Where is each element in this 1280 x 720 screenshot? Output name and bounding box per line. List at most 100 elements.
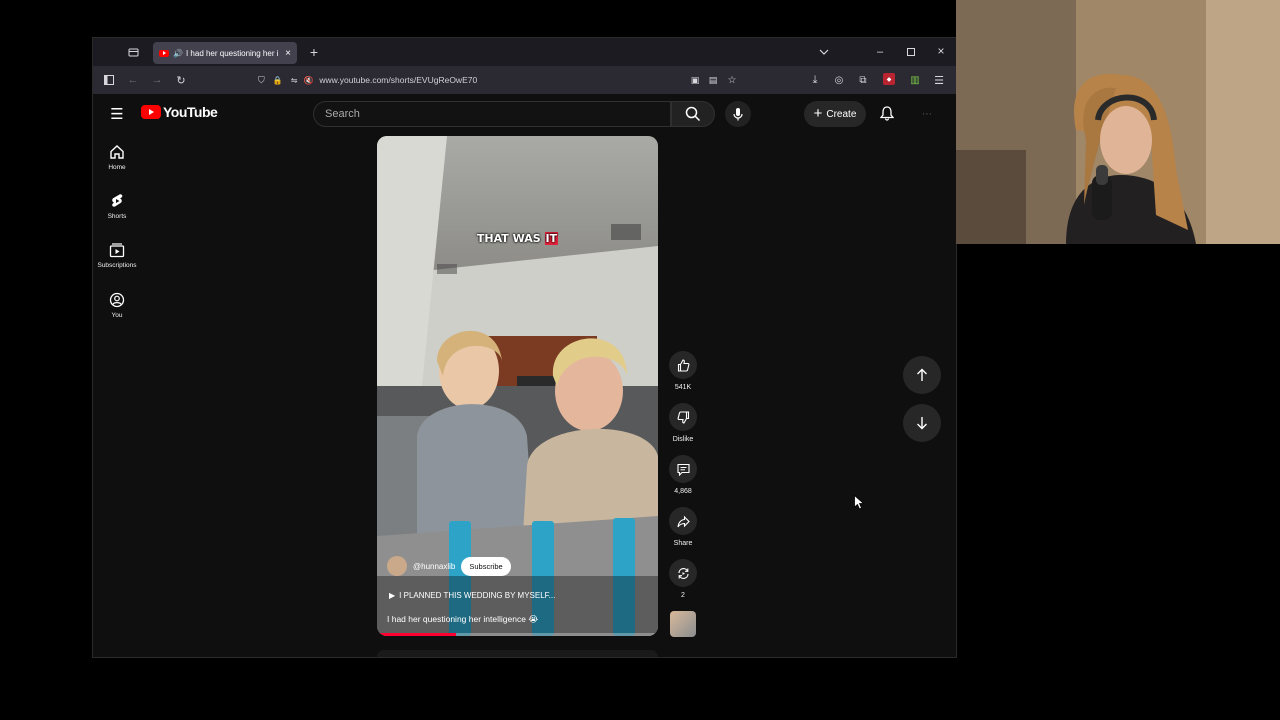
mute-icon[interactable]: 🔇 <box>303 76 313 85</box>
subscribe-button[interactable]: Subscribe <box>461 556 511 576</box>
video-caption: THAT WAS IT <box>377 232 658 245</box>
mouse-cursor-icon <box>854 495 864 510</box>
arrow-up-icon <box>917 368 927 381</box>
share-icon <box>676 515 690 527</box>
sidebar-item-you[interactable]: You <box>99 292 135 319</box>
sidebar-label-home: Home <box>108 164 126 171</box>
home-icon <box>110 145 124 159</box>
share-label: Share <box>673 540 693 547</box>
tab-overview-icon[interactable] <box>127 46 139 58</box>
next-video-peek <box>377 650 658 657</box>
tab-title: I had her questioning her i <box>185 48 279 58</box>
plus-icon: + <box>813 105 823 122</box>
lock-icon[interactable]: 🔒 <box>273 76 283 85</box>
thumbs-down-icon <box>677 410 689 424</box>
create-button[interactable]: + Create <box>804 101 866 127</box>
youtube-play-icon <box>141 105 161 119</box>
avatar-loading-icon[interactable]: ⋯ <box>917 106 937 122</box>
comment-count: 4,868 <box>674 488 692 495</box>
tab-bar: 🔊 I had her questioning her i × + – × <box>93 38 956 66</box>
playlist-row[interactable]: ▶ I PLANNED THIS WEDDING BY MYSELF... <box>389 591 555 600</box>
sidebar-toggle-icon[interactable] <box>103 74 115 86</box>
sound-thumbnail-image <box>670 611 696 637</box>
reader-view-icon[interactable]: ▤ <box>707 74 719 86</box>
close-tab-icon[interactable]: × <box>285 48 291 59</box>
next-short-button[interactable] <box>903 404 941 442</box>
permissions-icon[interactable]: ⇋ <box>291 76 298 85</box>
subscriptions-icon <box>109 243 125 258</box>
account-icon[interactable]: ◎ <box>833 73 845 87</box>
notifications-bell-icon[interactable] <box>879 105 895 121</box>
caption-highlight: IT <box>544 232 559 245</box>
search-placeholder: Search <box>325 108 360 120</box>
search-icon <box>685 106 701 122</box>
browser-window: 🔊 I had her questioning her i × + – × ← … <box>92 37 957 658</box>
you-icon <box>109 292 125 308</box>
tab-active[interactable]: 🔊 I had her questioning her i × <box>153 42 297 64</box>
back-icon[interactable]: ← <box>127 73 139 87</box>
navigation-bar: ← → ↻ ⛉ 🔒 ⇋ 🔇 www.youtube.com/shorts/EVU… <box>93 66 956 94</box>
dislike-label: Dislike <box>672 436 694 443</box>
comments-action[interactable]: 4,868 <box>668 455 698 495</box>
remix-count: 2 <box>681 592 685 599</box>
remix-action[interactable]: 2 <box>668 559 698 599</box>
search-input[interactable]: Search <box>313 101 671 127</box>
like-action[interactable]: 541K <box>668 351 698 391</box>
dislike-action[interactable]: Dislike <box>668 403 698 443</box>
tab-list-chevron-icon[interactable] <box>818 46 830 58</box>
channel-handle[interactable]: @hunnaxlib <box>413 562 455 571</box>
forward-icon[interactable]: → <box>151 73 163 87</box>
like-count: 541K <box>674 384 692 391</box>
remix-icon <box>677 567 689 579</box>
shield-icon[interactable]: ⛉ <box>258 75 265 86</box>
short-video-player[interactable]: THAT WAS IT @hunnaxlib Subscribe ▶ I PLA… <box>377 136 658 636</box>
reload-icon[interactable]: ↻ <box>175 73 187 87</box>
close-window-icon[interactable]: × <box>935 44 947 58</box>
share-action[interactable]: Share <box>668 507 698 547</box>
sidebar-item-subscriptions[interactable]: Subscriptions <box>97 242 137 269</box>
thumbs-up-icon <box>677 358 689 372</box>
progress-bar[interactable] <box>377 633 658 636</box>
youtube-page: ☰ YouTube Search + Create ⋯ Home Shorts … <box>93 94 956 657</box>
hamburger-menu-icon[interactable]: ☰ <box>109 106 125 123</box>
playlist-play-icon: ▶ <box>389 591 396 600</box>
progress-fill <box>377 633 456 636</box>
shorts-icon <box>112 194 123 207</box>
sidebar-item-home[interactable]: Home <box>99 144 135 171</box>
youtube-logo[interactable]: YouTube <box>141 104 218 120</box>
voice-search-button[interactable] <box>725 101 751 127</box>
short-title[interactable]: I had her questioning her intelligence 😭 <box>387 614 538 625</box>
logo-text: YouTube <box>163 104 218 120</box>
comment-icon <box>676 463 690 476</box>
sidebar-label-you: You <box>111 312 123 319</box>
speaker-icon[interactable]: 🔊 <box>173 49 183 58</box>
bookmark-star-icon[interactable]: ☆ <box>726 74 738 86</box>
picture-in-picture-icon[interactable]: ▣ <box>689 74 701 86</box>
sidebar-label-shorts: Shorts <box>107 213 127 220</box>
sidebar-label-subscriptions: Subscriptions <box>97 262 137 269</box>
playlist-title: I PLANNED THIS WEDDING BY MYSELF... <box>399 591 556 600</box>
microphone-icon <box>733 108 743 121</box>
extension-green-icon[interactable]: ▥ <box>909 74 921 86</box>
maximize-icon[interactable] <box>905 46 917 58</box>
extension-red-icon[interactable]: ◆ <box>883 73 895 85</box>
previous-short-button[interactable] <box>903 356 941 394</box>
arrow-down-icon <box>917 417 927 430</box>
sidebar-item-shorts[interactable]: Shorts <box>99 193 135 220</box>
sound-thumbnail[interactable] <box>668 611 698 637</box>
url-text: www.youtube.com/shorts/EVUgReOwE70 <box>319 75 478 85</box>
channel-row: @hunnaxlib Subscribe <box>387 556 511 576</box>
youtube-favicon-icon <box>159 49 169 57</box>
minimize-icon[interactable]: – <box>874 46 886 58</box>
webcam-image <box>956 0 1280 244</box>
webcam-overlay <box>956 0 1280 244</box>
downloads-icon[interactable]: ⤓ <box>809 73 821 87</box>
new-tab-icon[interactable]: + <box>307 44 321 60</box>
address-bar[interactable]: ⛉ 🔒 ⇋ 🔇 www.youtube.com/shorts/EVUgReOwE… <box>243 68 743 92</box>
caption-text: THAT WAS <box>476 232 545 245</box>
menu-icon[interactable]: ☰ <box>933 73 945 87</box>
search-button[interactable] <box>671 101 715 127</box>
channel-avatar[interactable] <box>387 556 407 576</box>
create-label: Create <box>826 108 857 120</box>
extensions-icon[interactable]: ⧉ <box>857 73 869 87</box>
